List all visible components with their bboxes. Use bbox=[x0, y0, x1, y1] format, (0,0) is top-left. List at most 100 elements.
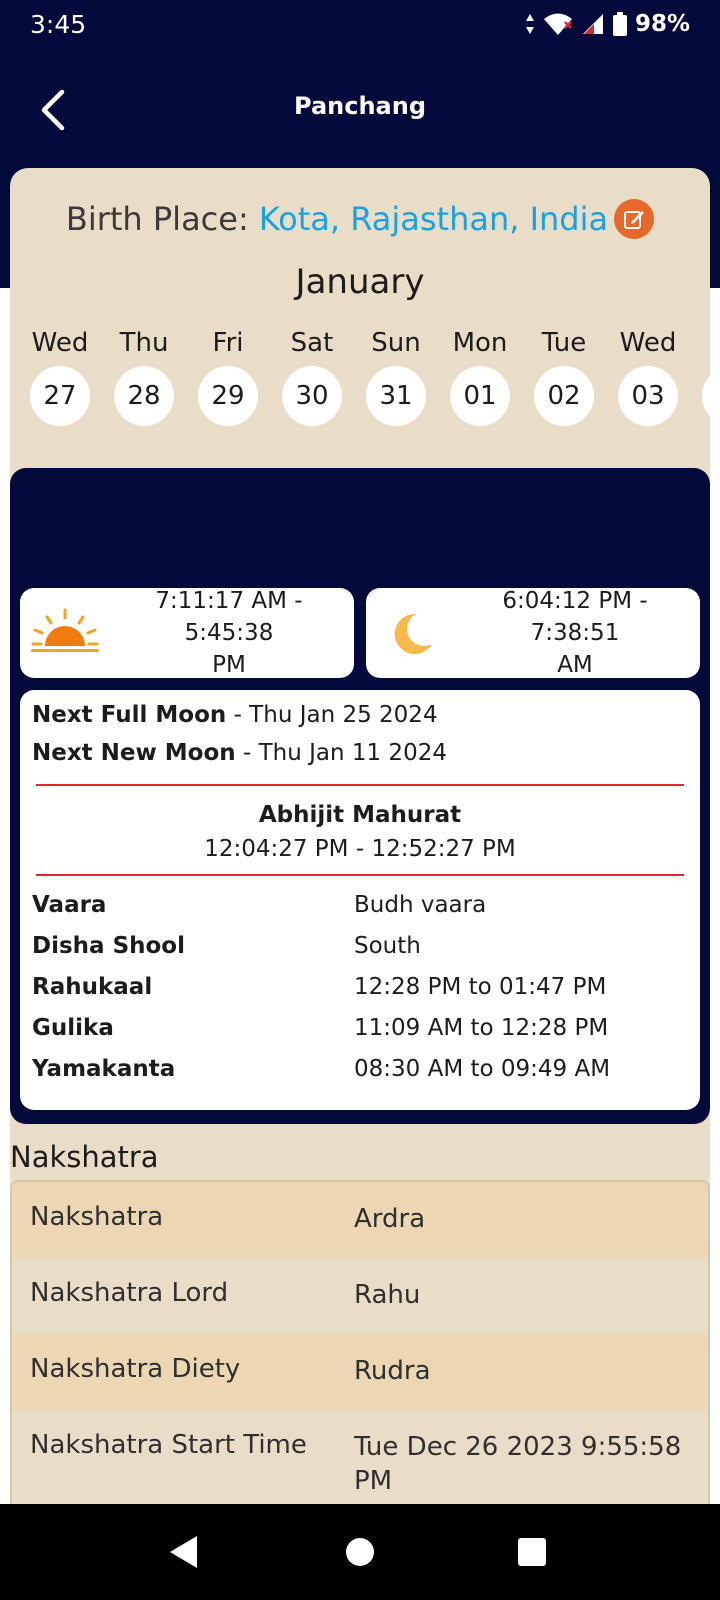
moon-time-card: 6:04:12 PM - 7:38:51 AM bbox=[366, 588, 700, 678]
date-day-name: Fri bbox=[212, 328, 244, 358]
detail-value: 12:28 PM to 01:47 PM bbox=[354, 974, 607, 1000]
date-number: 27 bbox=[30, 366, 90, 426]
battery-icon bbox=[612, 12, 627, 36]
next-new-moon: Next New Moon - Thu Jan 11 2024 bbox=[32, 740, 447, 766]
square-recents-icon bbox=[518, 1538, 546, 1566]
date-day-name: Mon bbox=[452, 328, 508, 358]
nakshatra-key: Nakshatra bbox=[30, 1202, 164, 1232]
table-row: Nakshatra Diety Rudra bbox=[12, 1334, 708, 1410]
sunrise-icon bbox=[31, 608, 99, 652]
date-item[interactable]: Fri 29 bbox=[196, 328, 260, 426]
edit-icon bbox=[624, 211, 645, 229]
sun-time-line1: 7:11:17 AM - 5:45:38 bbox=[155, 588, 303, 646]
next-full-moon-value: - Thu Jan 25 2024 bbox=[226, 702, 438, 728]
date-strip[interactable]: Wed 27 Thu 28 Fri 29 Sat 30 Sun 31 Mon 0… bbox=[20, 328, 710, 438]
nav-home-button[interactable] bbox=[336, 1528, 384, 1576]
next-full-moon-label: Next Full Moon bbox=[32, 702, 227, 728]
moon-time-line2: AM bbox=[557, 652, 593, 678]
nakshatra-value: Rahu bbox=[354, 1280, 421, 1310]
table-row: Nakshatra Ardra bbox=[12, 1182, 708, 1258]
detail-row: Yamakanta 08:30 AM to 09:49 AM bbox=[32, 1056, 688, 1090]
data-arrows-icon bbox=[525, 14, 534, 34]
date-number: 01 bbox=[450, 366, 510, 426]
wifi-icon bbox=[543, 13, 572, 35]
abhijit-mahurat: Abhijit Mahurat 12:04:27 PM - 12:52:27 P… bbox=[20, 798, 700, 866]
detail-key: Yamakanta bbox=[32, 1056, 176, 1082]
birth-place-row: Birth Place: Kota, Rajasthan, India bbox=[10, 194, 710, 244]
next-new-moon-value: - Thu Jan 11 2024 bbox=[235, 740, 447, 766]
date-item[interactable]: Mon 01 bbox=[448, 328, 512, 426]
detail-value: 11:09 AM to 12:28 PM bbox=[354, 1015, 609, 1041]
detail-value: South bbox=[354, 933, 421, 959]
nakshatra-value: Tue Dec 26 2023 9:55:58 PM bbox=[354, 1432, 682, 1496]
detail-key: Gulika bbox=[32, 1015, 114, 1041]
nakshatra-section-title: Nakshatra bbox=[10, 1140, 159, 1174]
birth-place-label: Birth Place: bbox=[65, 200, 249, 238]
moon-time-line1: 6:04:12 PM - 7:38:51 bbox=[502, 588, 648, 646]
divider bbox=[36, 784, 684, 786]
status-icons: 98% bbox=[525, 11, 690, 37]
birth-place-value[interactable]: Kota, Rajasthan, India bbox=[259, 200, 608, 238]
nakshatra-key: Nakshatra Lord bbox=[30, 1278, 229, 1308]
sun-time-card: 7:11:17 AM - 5:45:38 PM bbox=[20, 588, 354, 678]
nakshatra-value: Ardra bbox=[354, 1204, 426, 1234]
triangle-back-icon bbox=[170, 1536, 197, 1568]
status-time: 3:45 bbox=[30, 9, 87, 39]
detail-key: Rahukaal bbox=[32, 974, 153, 1000]
date-item[interactable]: Wed 03 bbox=[616, 328, 680, 426]
nakshatra-key: Nakshatra Diety bbox=[30, 1354, 241, 1384]
date-number: 02 bbox=[534, 366, 594, 426]
battery-percent: 98% bbox=[634, 11, 690, 37]
date-number: 29 bbox=[198, 366, 258, 426]
page-title: Panchang bbox=[294, 92, 426, 120]
detail-value: 08:30 AM to 09:49 AM bbox=[354, 1056, 611, 1082]
date-item[interactable]: Sun 31 bbox=[364, 328, 428, 426]
table-row: Nakshatra Lord Rahu bbox=[12, 1258, 708, 1334]
divider bbox=[36, 874, 684, 876]
detail-key: Vaara bbox=[32, 892, 107, 918]
nav-recents-button[interactable] bbox=[508, 1528, 556, 1576]
nakshatra-table: Nakshatra Ardra Nakshatra Lord Rahu Naks… bbox=[10, 1180, 710, 1510]
date-day-name: Tue bbox=[541, 328, 587, 358]
date-day-name: Wed bbox=[31, 328, 89, 358]
date-day-name: Sun bbox=[371, 328, 421, 358]
circle-home-icon bbox=[346, 1538, 374, 1566]
nakshatra-value: Rudra bbox=[354, 1356, 431, 1386]
date-item[interactable]: Wed 27 bbox=[28, 328, 92, 426]
date-number: 03 bbox=[618, 366, 678, 426]
detail-row: Rahukaal 12:28 PM to 01:47 PM bbox=[32, 974, 688, 1008]
month-title: January bbox=[295, 262, 425, 302]
edit-birth-place-button[interactable] bbox=[614, 199, 655, 239]
date-number: 31 bbox=[366, 366, 426, 426]
date-item[interactable]: Thu 28 bbox=[112, 328, 176, 426]
date-day-name: Wed bbox=[619, 328, 677, 358]
next-new-moon-label: Next New Moon bbox=[32, 740, 236, 766]
date-item[interactable]: T bbox=[700, 328, 710, 426]
next-full-moon: Next Full Moon - Thu Jan 25 2024 bbox=[32, 702, 438, 728]
details-card: Next Full Moon - Thu Jan 25 2024 Next Ne… bbox=[20, 690, 700, 1110]
date-day-name: Sat bbox=[290, 328, 334, 358]
detail-row: Gulika 11:09 AM to 12:28 PM bbox=[32, 1015, 688, 1049]
sun-time-line2: PM bbox=[212, 652, 246, 678]
date-item[interactable]: Tue 02 bbox=[532, 328, 596, 426]
info-panel: 7:11:17 AM - 5:45:38 PM 6:04:12 PM - 7:3… bbox=[10, 468, 710, 1124]
date-number: 28 bbox=[114, 366, 174, 426]
date-item[interactable]: Sat 30 bbox=[280, 328, 344, 426]
detail-value: Budh vaara bbox=[354, 892, 487, 918]
detail-row: Vaara Budh vaara bbox=[32, 892, 688, 926]
signal-icon bbox=[582, 14, 603, 34]
nav-back-button[interactable] bbox=[160, 1528, 208, 1576]
abhijit-label: Abhijit Mahurat bbox=[258, 802, 462, 828]
nakshatra-key: Nakshatra Start Time bbox=[30, 1430, 307, 1460]
crescent-moon-icon bbox=[394, 613, 432, 654]
table-row: Nakshatra Start Time Tue Dec 26 2023 9:5… bbox=[12, 1410, 708, 1508]
detail-key: Disha Shool bbox=[32, 933, 185, 959]
panchang-card: Birth Place: Kota, Rajasthan, India Janu… bbox=[10, 168, 710, 1510]
date-day-name: T bbox=[700, 328, 710, 366]
abhijit-value: 12:04:27 PM - 12:52:27 PM bbox=[204, 836, 516, 862]
date-number bbox=[702, 366, 710, 426]
system-nav-bar bbox=[0, 1504, 720, 1600]
date-day-name: Thu bbox=[119, 328, 169, 358]
date-number: 30 bbox=[282, 366, 342, 426]
detail-row: Disha Shool South bbox=[32, 933, 688, 967]
